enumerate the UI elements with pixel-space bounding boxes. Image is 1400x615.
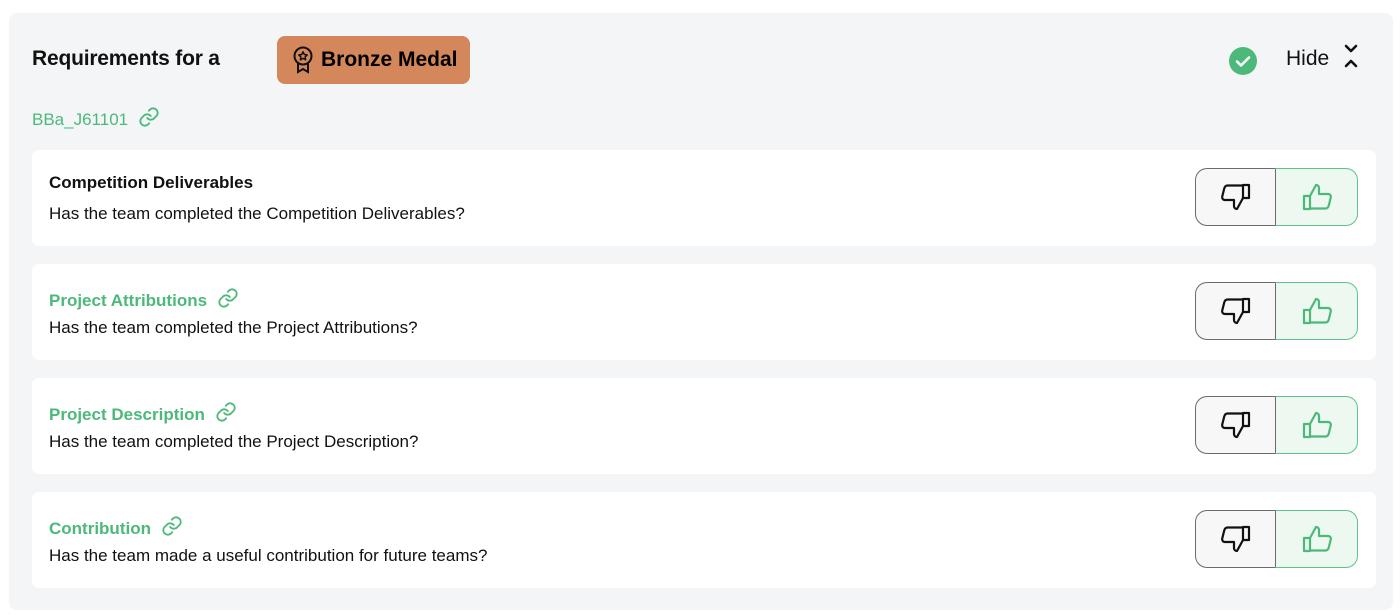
thumbs-down-icon — [1220, 525, 1250, 553]
vote-group — [1195, 396, 1358, 454]
check-circle-icon — [1229, 47, 1257, 80]
thumbs-up-icon — [1302, 411, 1332, 439]
reference-label: BBa_J61101 — [32, 109, 129, 129]
thumbs-down-icon — [1220, 183, 1250, 211]
thumbs-down-icon — [1220, 297, 1250, 325]
requirement-question: Has the team made a useful contribution … — [49, 546, 488, 565]
vote-group — [1195, 510, 1358, 568]
medal-badge: Bronze Medal — [277, 36, 470, 84]
vote-up-button[interactable] — [1275, 396, 1358, 454]
requirement-question: Has the team completed the Competition D… — [49, 204, 465, 223]
vote-down-button[interactable] — [1195, 282, 1275, 340]
panel-header: Requirements for a Bronze Medal Hide — [32, 35, 1373, 85]
requirement-title-text: Contribution — [49, 518, 151, 538]
requirement-card: Competition Deliverables Has the team co… — [32, 150, 1376, 246]
vote-down-button[interactable] — [1195, 168, 1275, 226]
requirements-panel: Requirements for a Bronze Medal Hide BBa… — [9, 13, 1393, 610]
requirement-title: Competition Deliverables — [49, 173, 253, 193]
vote-up-button[interactable] — [1275, 510, 1358, 568]
vote-down-button[interactable] — [1195, 396, 1275, 454]
vote-group — [1195, 282, 1358, 340]
thumbs-down-icon — [1220, 411, 1250, 439]
chevrons-collapse-icon — [1343, 43, 1359, 75]
link-icon — [138, 106, 160, 133]
vote-group — [1195, 168, 1358, 226]
requirement-title-text: Project Attributions — [49, 290, 208, 310]
link-icon — [161, 515, 183, 542]
requirement-card: Contribution Has the team made a useful … — [32, 492, 1376, 588]
thumbs-up-icon — [1302, 183, 1332, 211]
panel-title: Requirements for a — [32, 47, 220, 70]
thumbs-up-icon — [1302, 297, 1332, 325]
vote-up-button[interactable] — [1275, 282, 1358, 340]
award-ribbon-icon — [291, 46, 315, 74]
medal-label: Bronze Medal — [321, 48, 458, 71]
vote-down-button[interactable] — [1195, 510, 1275, 568]
thumbs-up-icon — [1302, 525, 1332, 553]
requirement-title-link[interactable]: Project Attributions — [49, 287, 239, 314]
requirement-title-link[interactable]: Contribution — [49, 515, 183, 542]
requirement-title-text: Project Description — [49, 404, 205, 424]
requirement-question: Has the team completed the Project Descr… — [49, 432, 419, 451]
requirement-title-link[interactable]: Project Description — [49, 401, 237, 428]
link-icon — [217, 287, 239, 314]
link-icon — [215, 401, 237, 428]
requirement-card: Project Description Has the team complet… — [32, 378, 1376, 474]
requirement-title-text: Competition Deliverables — [49, 173, 254, 192]
vote-up-button[interactable] — [1275, 168, 1358, 226]
hide-label: Hide — [1286, 47, 1330, 70]
requirement-card: Project Attributions Has the team comple… — [32, 264, 1376, 360]
hide-button[interactable]: Hide — [1286, 43, 1359, 75]
reference-link[interactable]: BBa_J61101 — [32, 106, 160, 133]
requirement-question: Has the team completed the Project Attri… — [49, 318, 418, 337]
